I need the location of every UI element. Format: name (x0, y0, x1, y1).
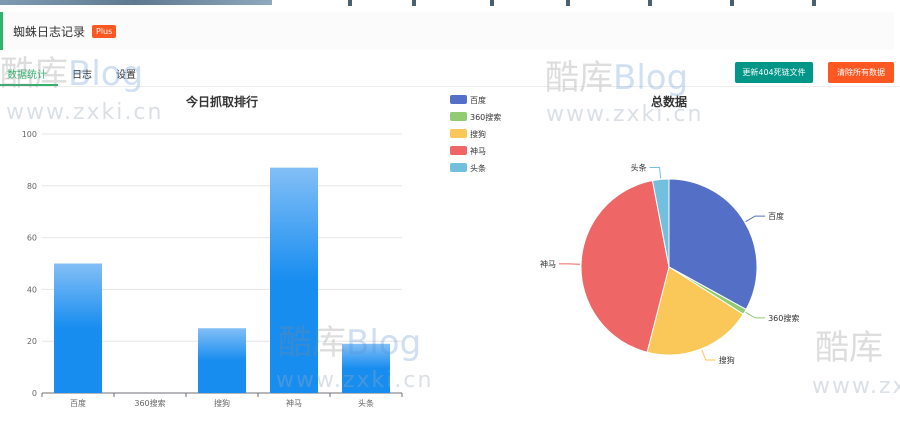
y-tick-label: 60 (27, 234, 37, 243)
bar (342, 343, 390, 393)
y-tick-label: 80 (27, 182, 37, 191)
y-tick-label: 0 (32, 389, 37, 398)
pie-label: 百度 (768, 211, 784, 221)
bar-chart-x-labels: 百度 360搜索 搜狗 神马 头条 (41, 393, 403, 408)
bar (54, 263, 102, 393)
bar-chart-title: 今日抓取排行 (185, 94, 258, 109)
chart-legend: 百度 360搜索搜狗神马头条 (450, 95, 501, 173)
legend-label: 360搜索 (470, 112, 501, 122)
bar-chart-y-ticks: 0 20 40 60 80 100 (22, 130, 37, 398)
y-tick-label: 100 (22, 130, 37, 139)
legend-swatch (450, 163, 467, 172)
x-tick-label: 搜狗 (214, 398, 230, 408)
pie-label-line (745, 311, 766, 319)
legend-swatch (450, 146, 467, 155)
pie-label: 搜狗 (719, 355, 735, 365)
charts-canvas: 今日抓取排行 020406080100 百度 360搜索 搜狗 神马 头条 百度360搜… (22, 94, 800, 408)
pie-label: 头条 (631, 162, 647, 172)
bar-chart: 今日抓取排行 0 20 40 60 80 100 百度 360搜索 搜狗 神马 头条 (22, 94, 403, 408)
legend-label: 神马 (470, 146, 486, 156)
pie-label: 神马 (540, 259, 556, 269)
pie-label: 360搜索 (768, 313, 799, 323)
legend-swatch (450, 112, 467, 121)
legend-label: 百度 (470, 95, 486, 105)
x-tick-label: 头条 (358, 398, 374, 408)
x-tick-label: 神马 (286, 398, 302, 408)
pie-label-line (701, 349, 716, 361)
pie-chart: 总数据 百度 360搜索搜狗 神马 头条 (540, 94, 799, 365)
pie-label-line (649, 166, 662, 179)
pie-chart-title: 总数据 (651, 94, 687, 109)
x-tick-label: 360搜索 (134, 398, 165, 408)
bar-chart-bars (54, 167, 390, 393)
bar (198, 328, 246, 393)
pie-label-line (745, 215, 766, 223)
legend-swatch (450, 129, 467, 138)
legend-label: 搜狗 (470, 129, 486, 139)
bar (270, 167, 318, 393)
x-tick-label: 百度 (70, 398, 86, 408)
y-tick-label: 20 (27, 337, 37, 346)
legend-label: 头条 (470, 163, 486, 173)
legend-swatch (450, 95, 467, 104)
pie-chart-slices (580, 178, 758, 356)
y-tick-label: 40 (27, 285, 37, 294)
